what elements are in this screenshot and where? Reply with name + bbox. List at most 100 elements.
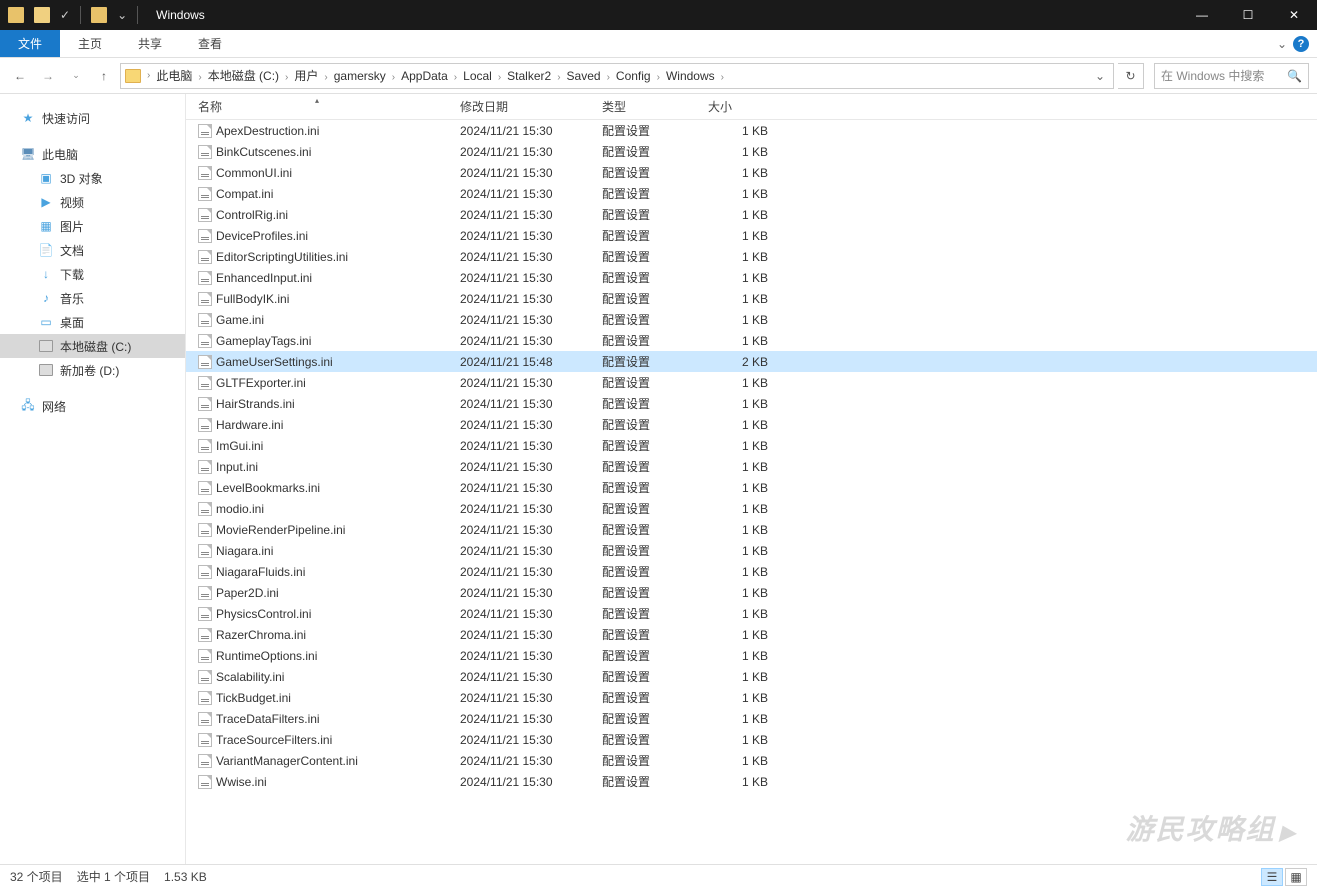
- file-row[interactable]: Paper2D.ini2024/11/21 15:30配置设置1 KB: [186, 582, 1317, 603]
- file-row[interactable]: DeviceProfiles.ini2024/11/21 15:30配置设置1 …: [186, 225, 1317, 246]
- up-button[interactable]: ↑: [92, 64, 116, 88]
- file-row[interactable]: Niagara.ini2024/11/21 15:30配置设置1 KB: [186, 540, 1317, 561]
- file-row[interactable]: ControlRig.ini2024/11/21 15:30配置设置1 KB: [186, 204, 1317, 225]
- breadcrumb-item[interactable]: 用户: [290, 69, 322, 83]
- breadcrumb-item[interactable]: Stalker2: [503, 69, 555, 83]
- chevron-right-icon[interactable]: ›: [322, 72, 329, 83]
- file-row[interactable]: MovieRenderPipeline.ini2024/11/21 15:30配…: [186, 519, 1317, 540]
- folder-icon: [8, 7, 24, 23]
- file-row[interactable]: Input.ini2024/11/21 15:30配置设置1 KB: [186, 456, 1317, 477]
- file-name-cell: ImGui.ini: [186, 439, 448, 453]
- file-row[interactable]: HairStrands.ini2024/11/21 15:30配置设置1 KB: [186, 393, 1317, 414]
- breadcrumb-item[interactable]: 此电脑: [152, 69, 196, 83]
- file-name-cell: PhysicsControl.ini: [186, 607, 448, 621]
- ini-file-icon: [198, 187, 212, 201]
- chevron-down-icon[interactable]: ⌄: [113, 8, 131, 22]
- breadcrumb-item[interactable]: Config: [612, 69, 655, 83]
- file-row[interactable]: BinkCutscenes.ini2024/11/21 15:30配置设置1 K…: [186, 141, 1317, 162]
- sidebar-quick-access[interactable]: ★ 快速访问: [0, 106, 185, 130]
- file-name-cell: CommonUI.ini: [186, 166, 448, 180]
- search-placeholder: 在 Windows 中搜索: [1161, 67, 1264, 84]
- minimize-button[interactable]: —: [1179, 0, 1225, 30]
- file-row[interactable]: Game.ini2024/11/21 15:30配置设置1 KB: [186, 309, 1317, 330]
- file-row[interactable]: EditorScriptingUtilities.ini2024/11/21 1…: [186, 246, 1317, 267]
- sidebar-item[interactable]: 📄文档: [0, 238, 185, 262]
- checkmark-icon[interactable]: ✓: [56, 8, 74, 22]
- sidebar-item[interactable]: ▭桌面: [0, 310, 185, 334]
- breadcrumb-item[interactable]: 本地磁盘 (C:): [204, 69, 283, 83]
- file-row[interactable]: ApexDestruction.ini2024/11/21 15:30配置设置1…: [186, 120, 1317, 141]
- refresh-button[interactable]: ↻: [1118, 63, 1144, 89]
- sidebar-item[interactable]: ▣3D 对象: [0, 166, 185, 190]
- sidebar-item[interactable]: ↓下载: [0, 262, 185, 286]
- file-type-cell: 配置设置: [590, 773, 708, 790]
- column-size[interactable]: 大小: [708, 98, 780, 115]
- sidebar-item[interactable]: ▦图片: [0, 214, 185, 238]
- breadcrumb-item[interactable]: gamersky: [330, 69, 390, 83]
- file-row[interactable]: TraceSourceFilters.ini2024/11/21 15:30配置…: [186, 729, 1317, 750]
- ribbon-tab[interactable]: 查看: [180, 30, 240, 57]
- file-size-cell: 1 KB: [708, 250, 780, 264]
- file-date-cell: 2024/11/21 15:30: [448, 607, 590, 621]
- chevron-right-icon[interactable]: ›: [390, 72, 397, 83]
- sidebar-drive[interactable]: 本地磁盘 (C:): [0, 334, 185, 358]
- file-row[interactable]: Scalability.ini2024/11/21 15:30配置设置1 KB: [186, 666, 1317, 687]
- chevron-right-icon[interactable]: ›: [655, 72, 662, 83]
- file-type-cell: 配置设置: [590, 752, 708, 769]
- details-view-button[interactable]: ☰: [1261, 868, 1283, 886]
- file-row[interactable]: Hardware.ini2024/11/21 15:30配置设置1 KB: [186, 414, 1317, 435]
- file-row[interactable]: Compat.ini2024/11/21 15:30配置设置1 KB: [186, 183, 1317, 204]
- breadcrumb-item[interactable]: Saved: [563, 69, 605, 83]
- breadcrumb-item[interactable]: Windows: [662, 69, 719, 83]
- back-button[interactable]: ←: [8, 64, 32, 88]
- close-button[interactable]: ✕: [1271, 0, 1317, 30]
- sidebar-this-pc[interactable]: 🖥 此电脑: [0, 142, 185, 166]
- file-row[interactable]: RazerChroma.ini2024/11/21 15:30配置设置1 KB: [186, 624, 1317, 645]
- file-row[interactable]: TraceDataFilters.ini2024/11/21 15:30配置设置…: [186, 708, 1317, 729]
- file-type-cell: 配置设置: [590, 605, 708, 622]
- sidebar-item[interactable]: ▶视频: [0, 190, 185, 214]
- forward-button[interactable]: →: [36, 64, 60, 88]
- ini-file-icon: [198, 544, 212, 558]
- maximize-button[interactable]: ☐: [1225, 0, 1271, 30]
- file-row[interactable]: modio.ini2024/11/21 15:30配置设置1 KB: [186, 498, 1317, 519]
- chevron-down-icon[interactable]: ⌄: [1277, 37, 1287, 51]
- file-row[interactable]: PhysicsControl.ini2024/11/21 15:30配置设置1 …: [186, 603, 1317, 624]
- chevron-right-icon[interactable]: ›: [196, 72, 203, 83]
- sidebar-network[interactable]: 🖧 网络: [0, 394, 185, 418]
- column-name[interactable]: ▴ 名称: [186, 98, 448, 115]
- chevron-down-icon[interactable]: ⌄: [1091, 69, 1109, 83]
- sidebar-item[interactable]: ♪音乐: [0, 286, 185, 310]
- file-row[interactable]: EnhancedInput.ini2024/11/21 15:30配置设置1 K…: [186, 267, 1317, 288]
- address-bar[interactable]: › 此电脑›本地磁盘 (C:)›用户›gamersky›AppData›Loca…: [120, 63, 1114, 89]
- chevron-right-icon[interactable]: ›: [555, 72, 562, 83]
- file-row[interactable]: GLTFExporter.ini2024/11/21 15:30配置设置1 KB: [186, 372, 1317, 393]
- file-row[interactable]: RuntimeOptions.ini2024/11/21 15:30配置设置1 …: [186, 645, 1317, 666]
- help-icon[interactable]: ?: [1293, 36, 1309, 52]
- column-type[interactable]: 类型: [590, 98, 708, 115]
- file-row[interactable]: ImGui.ini2024/11/21 15:30配置设置1 KB: [186, 435, 1317, 456]
- ribbon-tab[interactable]: 共享: [120, 30, 180, 57]
- file-row[interactable]: GameplayTags.ini2024/11/21 15:30配置设置1 KB: [186, 330, 1317, 351]
- file-row[interactable]: LevelBookmarks.ini2024/11/21 15:30配置设置1 …: [186, 477, 1317, 498]
- file-tab[interactable]: 文件: [0, 30, 60, 57]
- ribbon-tab[interactable]: 主页: [60, 30, 120, 57]
- file-row[interactable]: Wwise.ini2024/11/21 15:30配置设置1 KB: [186, 771, 1317, 792]
- breadcrumb-item[interactable]: Local: [459, 69, 496, 83]
- recent-locations-button[interactable]: ⌄: [64, 64, 88, 88]
- sidebar-drive[interactable]: 新加卷 (D:): [0, 358, 185, 382]
- file-row[interactable]: VariantManagerContent.ini2024/11/21 15:3…: [186, 750, 1317, 771]
- column-date[interactable]: 修改日期: [448, 98, 590, 115]
- file-type-cell: 配置设置: [590, 248, 708, 265]
- file-row[interactable]: CommonUI.ini2024/11/21 15:30配置设置1 KB: [186, 162, 1317, 183]
- chevron-right-icon[interactable]: ›: [719, 72, 726, 83]
- search-box[interactable]: 在 Windows 中搜索 🔍: [1154, 63, 1309, 89]
- chevron-right-icon[interactable]: ›: [605, 72, 612, 83]
- breadcrumb-item[interactable]: AppData: [397, 69, 452, 83]
- file-row[interactable]: FullBodyIK.ini2024/11/21 15:30配置设置1 KB: [186, 288, 1317, 309]
- file-row[interactable]: GameUserSettings.ini2024/11/21 15:48配置设置…: [186, 351, 1317, 372]
- icons-view-button[interactable]: ▦: [1285, 868, 1307, 886]
- chevron-right-icon[interactable]: ›: [145, 70, 152, 81]
- file-row[interactable]: NiagaraFluids.ini2024/11/21 15:30配置设置1 K…: [186, 561, 1317, 582]
- file-row[interactable]: TickBudget.ini2024/11/21 15:30配置设置1 KB: [186, 687, 1317, 708]
